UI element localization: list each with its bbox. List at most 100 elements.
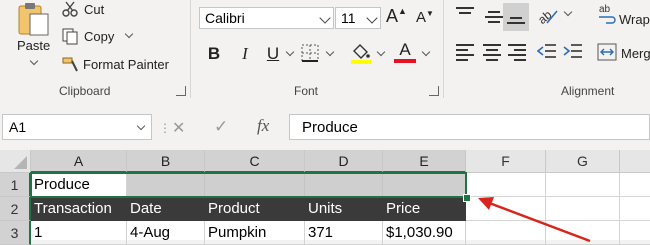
grow-font-button[interactable]: A▲ xyxy=(386,6,407,27)
borders-button[interactable] xyxy=(301,44,319,62)
cell-c2[interactable]: Product xyxy=(205,197,305,221)
underline-button[interactable]: U xyxy=(262,44,284,64)
align-bottom-button[interactable] xyxy=(503,3,529,31)
cell-a2[interactable]: Transaction xyxy=(31,197,127,221)
copy-icon xyxy=(62,28,78,44)
format-painter-button[interactable]: Format Painter xyxy=(62,55,169,73)
name-box-value: A1 xyxy=(9,119,27,135)
fill-color-dropdown-icon[interactable] xyxy=(376,47,386,57)
paste-icon xyxy=(18,3,49,36)
font-color-swatch xyxy=(394,59,416,63)
cell-e2[interactable]: Price xyxy=(383,197,466,221)
font-size-select[interactable]: 11 xyxy=(335,7,381,29)
caret-up-icon: ▲ xyxy=(398,6,407,16)
font-color-dropdown-icon[interactable] xyxy=(421,47,431,57)
formula-bar-grip-icon: ⋮ xyxy=(159,121,171,135)
decrease-indent-button[interactable] xyxy=(536,42,557,60)
align-bottom-icon xyxy=(507,14,525,27)
font-family-value: Calibri xyxy=(205,10,245,26)
align-center-button[interactable] xyxy=(483,41,501,64)
cell-e3[interactable]: $1,030.90 xyxy=(383,221,466,245)
formula-input-value: Produce xyxy=(302,118,358,136)
wrap-text-label: Wrap xyxy=(619,12,650,27)
column-header-d[interactable]: D xyxy=(305,150,383,173)
cancel-entry-icon[interactable]: ✕ xyxy=(172,118,185,138)
cell-b1[interactable] xyxy=(127,173,205,197)
cell-d3[interactable]: 371 xyxy=(305,221,383,245)
shrink-font-button[interactable]: A▼ xyxy=(416,9,434,26)
italic-button[interactable]: I xyxy=(234,44,256,64)
increase-indent-button[interactable] xyxy=(563,42,583,60)
borders-dropdown-icon[interactable] xyxy=(325,47,335,57)
group-divider xyxy=(443,0,444,98)
alignment-group-label: Alignment xyxy=(561,84,615,98)
cell-b2[interactable]: Date xyxy=(127,197,205,221)
cut-label: Cut xyxy=(84,1,105,17)
cell-a3[interactable]: 1 xyxy=(31,221,127,245)
column-header-a[interactable]: A xyxy=(31,150,127,173)
orientation-dropdown-icon[interactable] xyxy=(563,7,573,17)
paste-button[interactable]: Paste xyxy=(12,0,56,72)
copy-dropdown-icon xyxy=(125,29,134,39)
font-color-letter: A xyxy=(399,40,411,59)
wrap-text-button[interactable]: ab Wrap xyxy=(597,3,650,29)
paint-bucket-icon xyxy=(351,44,371,64)
underline-dropdown-icon[interactable] xyxy=(285,47,295,57)
shrink-font-letter: A xyxy=(416,9,427,26)
copy-label: Copy xyxy=(84,28,115,44)
merge-center-button[interactable]: Merg xyxy=(597,42,650,66)
clipboard-launcher-icon[interactable] xyxy=(176,86,186,96)
select-all-corner[interactable] xyxy=(0,150,31,173)
merge-center-icon xyxy=(597,43,617,61)
insert-function-icon[interactable]: fx xyxy=(257,116,269,136)
paste-dropdown-icon xyxy=(29,56,39,66)
cut-button[interactable]: Cut xyxy=(62,0,104,18)
font-color-button[interactable]: A xyxy=(394,40,416,64)
font-family-select[interactable]: Calibri xyxy=(199,7,334,29)
row-header-2[interactable]: 2 xyxy=(0,197,31,221)
name-box-dropdown-icon[interactable] xyxy=(136,121,146,131)
column-header-c[interactable]: C xyxy=(205,150,305,173)
clipboard-group-label: Clipboard xyxy=(59,84,111,98)
column-header-e[interactable]: E xyxy=(383,150,466,173)
copy-button[interactable]: Copy xyxy=(62,27,134,45)
borders-icon xyxy=(301,44,319,62)
orientation-icon: ab xyxy=(535,7,558,27)
ribbon: Paste Cut Copy Format Painter Clipboard … xyxy=(0,0,650,103)
cell-a1[interactable]: Produce xyxy=(31,173,127,197)
column-header-b[interactable]: B xyxy=(127,150,205,173)
column-header-g[interactable]: G xyxy=(546,150,620,173)
format-painter-label: Format Painter xyxy=(83,56,169,72)
font-group-label: Font xyxy=(294,84,319,98)
font-launcher-icon[interactable] xyxy=(429,86,439,96)
increase-indent-icon xyxy=(563,44,582,58)
cell-c1[interactable] xyxy=(205,173,305,197)
svg-text:ab: ab xyxy=(599,4,611,15)
cell-c3[interactable]: Pumpkin xyxy=(205,221,305,245)
row-header-3[interactable]: 3 xyxy=(0,221,31,245)
orientation-button[interactable]: ab xyxy=(535,5,559,27)
cell-e1[interactable] xyxy=(383,173,466,197)
align-left-button[interactable] xyxy=(456,41,474,64)
font-size-dropdown-icon xyxy=(366,12,378,24)
cell-d1[interactable] xyxy=(305,173,383,197)
paintbrush-icon xyxy=(62,57,78,71)
cell-d2[interactable]: Units xyxy=(305,197,383,221)
fill-color-button[interactable] xyxy=(350,42,372,64)
column-header-next[interactable] xyxy=(620,150,650,173)
group-divider xyxy=(190,0,191,98)
cell-b3[interactable]: 4-Aug xyxy=(127,221,205,245)
caret-down-icon: ▼ xyxy=(426,9,434,18)
align-right-button[interactable] xyxy=(508,41,526,64)
align-top-button[interactable] xyxy=(456,4,474,17)
wrap-text-icon: ab xyxy=(599,4,616,24)
column-header-f[interactable]: F xyxy=(466,150,546,173)
align-middle-button[interactable] xyxy=(485,8,503,26)
paste-label: Paste xyxy=(17,38,51,53)
name-box[interactable]: A1 xyxy=(2,114,152,140)
bold-button[interactable]: B xyxy=(203,44,225,64)
row-header-1[interactable]: 1 xyxy=(0,173,31,197)
enter-entry-icon[interactable]: ✓ xyxy=(214,117,228,137)
annotation-arrow-icon xyxy=(478,197,591,243)
formula-input[interactable]: Produce xyxy=(289,114,650,140)
